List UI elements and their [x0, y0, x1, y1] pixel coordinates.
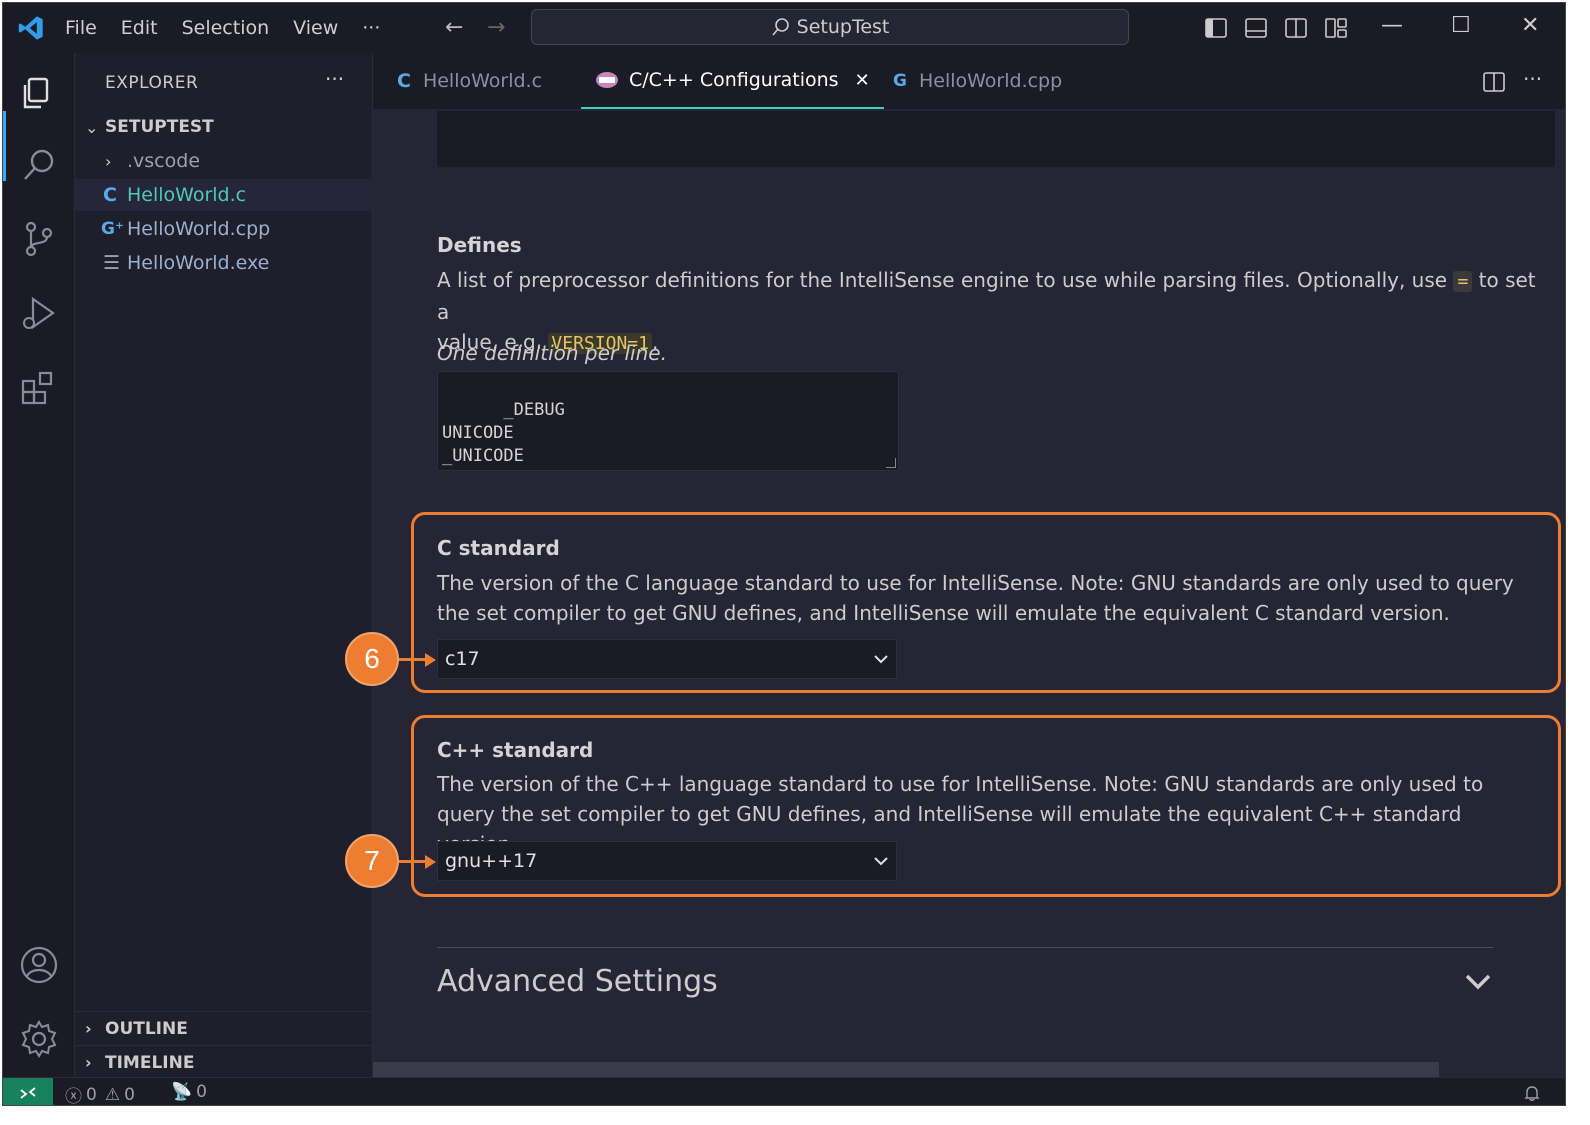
error-icon: ⓧ	[65, 1087, 82, 1106]
defines-textarea[interactable]: _DEBUG UNICODE _UNICODE	[437, 371, 899, 471]
remote-indicator[interactable]	[3, 1078, 53, 1105]
ports-status[interactable]: 📡 0	[171, 1082, 207, 1102]
chevron-down-icon: ⌄	[85, 117, 99, 137]
annotation-marker-6: 6	[345, 632, 399, 686]
chevron-right-icon: ›	[85, 1019, 92, 1038]
tree-item-helloworld-c[interactable]: C HelloWorld.c	[75, 179, 373, 211]
tree-item-helloworld-cpp[interactable]: G⁺ HelloWorld.cpp	[75, 213, 373, 245]
menu-file[interactable]: File	[65, 17, 97, 39]
settings-gear-icon[interactable]	[19, 1019, 59, 1059]
tab-cpp-configurations[interactable]: C/C++ Configurations ✕	[581, 53, 884, 109]
menu-selection[interactable]: Selection	[182, 17, 270, 39]
defines-hint: One definition per line.	[437, 341, 667, 365]
warning-icon: ⚠	[104, 1084, 121, 1105]
warning-count: 0	[124, 1084, 135, 1105]
outline-label: OUTLINE	[105, 1018, 188, 1039]
customize-layout-icon[interactable]	[1325, 17, 1347, 39]
explorer-icon[interactable]	[19, 73, 59, 113]
broadcast-icon: 📡	[171, 1082, 193, 1102]
annotation-arrow-line	[399, 860, 427, 863]
active-indicator	[3, 111, 6, 181]
toggle-secondary-sidebar-icon[interactable]	[1285, 17, 1307, 39]
status-bar: ⓧ 0 ⚠ 0 📡 0	[3, 1077, 1565, 1106]
horizontal-scrollbar[interactable]	[373, 1062, 1439, 1077]
chevron-down-icon[interactable]	[1463, 969, 1493, 993]
editor-tab-bar: C HelloWorld.c C/C++ Configurations ✕ G …	[373, 53, 1565, 109]
defines-desc-text: A list of preprocessor definitions for t…	[437, 268, 1448, 292]
vscode-logo-icon[interactable]	[17, 14, 45, 42]
search-icon	[772, 18, 789, 36]
toggle-panel-icon[interactable]	[1245, 17, 1267, 39]
c-file-icon: C	[103, 184, 117, 206]
activity-bar	[3, 53, 75, 1077]
extensions-icon[interactable]	[19, 367, 59, 407]
tree-item-label: .vscode	[127, 150, 201, 172]
resize-handle-icon[interactable]	[886, 458, 896, 468]
folder-setuptest[interactable]: ⌄ SETUPTEST	[75, 111, 373, 143]
run-debug-icon[interactable]	[19, 293, 59, 333]
tree-item-label: HelloWorld.exe	[127, 252, 270, 274]
annotation-arrow-line	[399, 658, 427, 661]
defines-values: _DEBUG UNICODE _UNICODE	[442, 400, 565, 466]
explorer-sidebar: EXPLORER ··· ⌄ SETUPTEST › .vscode C Hel…	[75, 53, 373, 1077]
previous-setting-field[interactable]	[437, 111, 1555, 167]
annotation-box-cpp-standard	[411, 715, 1561, 897]
close-tab-icon[interactable]: ✕	[855, 70, 870, 91]
forward-arrow-icon[interactable]: →	[487, 15, 505, 40]
vscode-window: File Edit Selection View ··· ← → SetupTe…	[2, 2, 1566, 1106]
annotation-arrow-head	[425, 653, 436, 667]
tab-helloworld-cpp[interactable]: G HelloWorld.cpp	[893, 53, 1062, 109]
command-center-search[interactable]: SetupTest	[531, 9, 1129, 45]
annotation-arrow-head	[425, 855, 436, 869]
tree-item-vscode[interactable]: › .vscode	[75, 145, 373, 177]
cpp-file-icon: G	[893, 71, 907, 91]
accounts-icon[interactable]	[19, 945, 59, 985]
menu-view[interactable]: View	[293, 17, 338, 39]
split-editor-icon[interactable]	[1483, 71, 1505, 93]
advanced-settings-header[interactable]: Advanced Settings	[437, 964, 718, 999]
tab-label: HelloWorld.c	[422, 70, 543, 92]
search-view-icon[interactable]	[19, 145, 59, 185]
tree-item-label: HelloWorld.c	[127, 184, 247, 206]
minimize-icon[interactable]: —	[1381, 13, 1403, 38]
error-count: 0	[86, 1084, 97, 1105]
binary-file-icon: ☰	[103, 252, 121, 274]
menu-edit[interactable]: Edit	[121, 17, 158, 39]
search-text: SetupTest	[796, 16, 890, 38]
outline-section[interactable]: › OUTLINE	[75, 1011, 373, 1045]
problems-status[interactable]: ⓧ 0 ⚠ 0	[65, 1082, 135, 1106]
cpp-file-icon: G⁺	[101, 219, 124, 239]
cpp-config-icon	[596, 72, 618, 88]
tab-label: C/C++ Configurations	[629, 69, 839, 91]
chevron-right-icon: ›	[105, 151, 112, 171]
explorer-title: EXPLORER	[105, 73, 199, 93]
annotation-box-c-standard	[411, 512, 1561, 693]
toggle-primary-sidebar-icon[interactable]	[1205, 17, 1227, 39]
folder-label: SETUPTEST	[105, 117, 214, 137]
chevron-right-icon: ›	[85, 1053, 92, 1072]
tree-item-helloworld-exe[interactable]: ☰ HelloWorld.exe	[75, 247, 373, 279]
remote-icon	[20, 1087, 36, 1099]
back-arrow-icon[interactable]: ←	[445, 15, 463, 40]
tree-item-label: HelloWorld.cpp	[127, 218, 271, 240]
section-divider	[437, 947, 1493, 948]
source-control-icon[interactable]	[19, 219, 59, 259]
maximize-icon[interactable]: ☐	[1451, 13, 1471, 38]
c-file-icon: C	[397, 70, 411, 92]
defines-title: Defines	[437, 233, 522, 257]
tab-helloworld-c[interactable]: C HelloWorld.c	[397, 53, 542, 109]
annotation-marker-7: 7	[345, 834, 399, 888]
timeline-label: TIMELINE	[105, 1052, 195, 1073]
notifications-bell-icon[interactable]	[1523, 1084, 1541, 1102]
ports-count: 0	[196, 1082, 207, 1102]
title-bar: File Edit Selection View ··· ← → SetupTe…	[3, 3, 1565, 53]
timeline-section[interactable]: › TIMELINE	[75, 1045, 373, 1079]
inline-code-eq: =	[1453, 271, 1473, 292]
menu-more[interactable]: ···	[362, 17, 380, 39]
close-window-icon[interactable]: ✕	[1521, 13, 1539, 38]
explorer-more-icon[interactable]: ···	[325, 67, 344, 91]
tab-label: HelloWorld.cpp	[918, 70, 1063, 92]
more-actions-icon[interactable]: ···	[1523, 67, 1542, 91]
menu-bar: File Edit Selection View ···	[65, 3, 404, 53]
